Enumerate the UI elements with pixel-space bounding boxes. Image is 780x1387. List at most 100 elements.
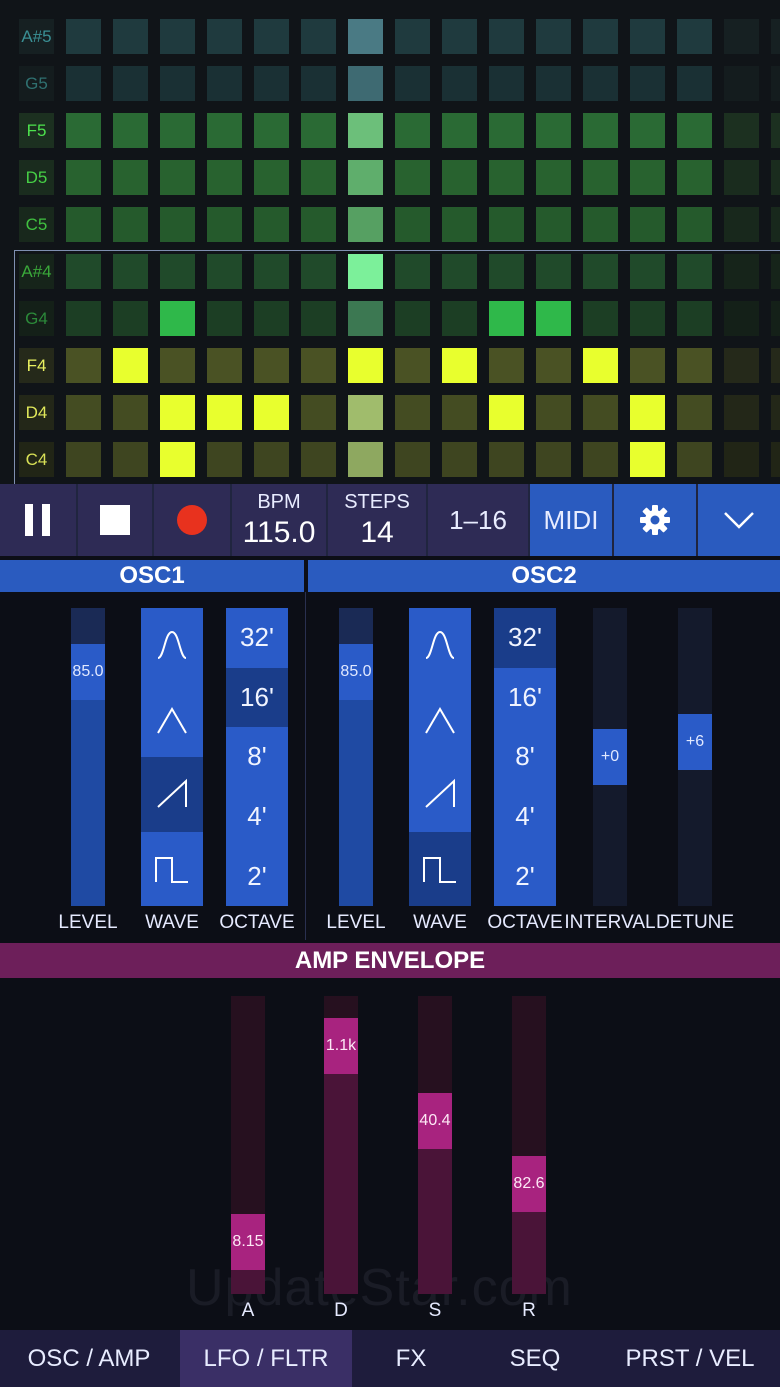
pause-button[interactable] bbox=[0, 484, 76, 556]
note-label-d4[interactable]: D4 bbox=[19, 395, 54, 430]
step-cell[interactable] bbox=[771, 113, 780, 148]
step-cell[interactable] bbox=[724, 348, 759, 383]
step-cell[interactable] bbox=[583, 348, 618, 383]
step-cell[interactable] bbox=[207, 301, 242, 336]
step-cell[interactable] bbox=[677, 442, 712, 477]
step-cell[interactable] bbox=[207, 254, 242, 289]
tab-fx[interactable]: FX bbox=[352, 1330, 470, 1387]
step-cell[interactable] bbox=[442, 66, 477, 101]
step-cell[interactable] bbox=[207, 19, 242, 54]
step-cell[interactable] bbox=[771, 19, 780, 54]
step-cell[interactable] bbox=[66, 113, 101, 148]
envelope-r-slider[interactable]: 82.6 bbox=[512, 996, 546, 1294]
tab-osc-amp[interactable]: OSC / AMP bbox=[0, 1330, 178, 1387]
step-cell[interactable] bbox=[254, 19, 289, 54]
step-cell[interactable] bbox=[536, 66, 571, 101]
step-cell[interactable] bbox=[160, 113, 195, 148]
step-cell[interactable] bbox=[301, 254, 336, 289]
step-cell[interactable] bbox=[536, 160, 571, 195]
step-cell[interactable] bbox=[630, 301, 665, 336]
step-cell[interactable] bbox=[66, 254, 101, 289]
step-cell[interactable] bbox=[630, 113, 665, 148]
step-cell[interactable] bbox=[160, 66, 195, 101]
osc2-interval-slider[interactable]: +0 bbox=[593, 608, 627, 906]
step-cell[interactable] bbox=[160, 254, 195, 289]
step-cell[interactable] bbox=[536, 301, 571, 336]
step-cell[interactable] bbox=[395, 160, 430, 195]
step-cell[interactable] bbox=[724, 301, 759, 336]
step-cell[interactable] bbox=[677, 254, 712, 289]
step-cell[interactable] bbox=[442, 301, 477, 336]
note-label-f4[interactable]: F4 bbox=[19, 348, 54, 383]
record-button[interactable] bbox=[154, 484, 230, 556]
step-cell[interactable] bbox=[536, 254, 571, 289]
step-cell[interactable] bbox=[536, 395, 571, 430]
step-cell[interactable] bbox=[348, 254, 383, 289]
step-cell[interactable] bbox=[630, 66, 665, 101]
step-cell[interactable] bbox=[724, 113, 759, 148]
step-cell[interactable] bbox=[348, 301, 383, 336]
step-cell[interactable] bbox=[489, 348, 524, 383]
step-cell[interactable] bbox=[583, 301, 618, 336]
step-cell[interactable] bbox=[583, 207, 618, 242]
step-cell[interactable] bbox=[630, 160, 665, 195]
step-cell[interactable] bbox=[113, 348, 148, 383]
osc2-wave-option-saw[interactable] bbox=[409, 757, 471, 832]
osc2-octave-option[interactable]: 32' bbox=[494, 608, 556, 668]
step-cell[interactable] bbox=[254, 207, 289, 242]
envelope-s-slider[interactable]: 40.4 bbox=[418, 996, 452, 1294]
step-cell[interactable] bbox=[301, 19, 336, 54]
note-label-c5[interactable]: C5 bbox=[19, 207, 54, 242]
step-cell[interactable] bbox=[254, 113, 289, 148]
step-cell[interactable] bbox=[66, 301, 101, 336]
step-cell[interactable] bbox=[160, 301, 195, 336]
step-cell[interactable] bbox=[395, 207, 430, 242]
step-cell[interactable] bbox=[113, 395, 148, 430]
step-cell[interactable] bbox=[207, 113, 242, 148]
step-cell[interactable] bbox=[630, 19, 665, 54]
step-cell[interactable] bbox=[113, 301, 148, 336]
step-cell[interactable] bbox=[301, 395, 336, 430]
step-cell[interactable] bbox=[442, 113, 477, 148]
step-cell[interactable] bbox=[630, 442, 665, 477]
step-cell[interactable] bbox=[677, 113, 712, 148]
step-cell[interactable] bbox=[113, 160, 148, 195]
note-label-asharp4[interactable]: A#4 bbox=[19, 254, 54, 289]
step-cell[interactable] bbox=[724, 66, 759, 101]
step-cell[interactable] bbox=[113, 442, 148, 477]
step-cell[interactable] bbox=[677, 348, 712, 383]
osc1-level-slider[interactable]: 85.0 bbox=[71, 608, 105, 906]
step-cell[interactable] bbox=[442, 395, 477, 430]
envelope-d-slider[interactable]: 1.1k bbox=[324, 996, 358, 1294]
step-cell[interactable] bbox=[489, 395, 524, 430]
osc1-wave-option-square[interactable] bbox=[141, 831, 203, 906]
step-cell[interactable] bbox=[113, 254, 148, 289]
osc2-octave-option[interactable]: 4' bbox=[494, 786, 556, 847]
step-cell[interactable] bbox=[489, 207, 524, 242]
step-cell[interactable] bbox=[442, 348, 477, 383]
step-cell[interactable] bbox=[395, 66, 430, 101]
step-cell[interactable] bbox=[442, 254, 477, 289]
step-cell[interactable] bbox=[254, 442, 289, 477]
step-cell[interactable] bbox=[207, 348, 242, 383]
step-cell[interactable] bbox=[395, 301, 430, 336]
osc1-octave-selector[interactable]: 32' 16' 8' 4' 2' bbox=[226, 608, 288, 906]
step-cell[interactable] bbox=[677, 66, 712, 101]
step-cell[interactable] bbox=[395, 348, 430, 383]
step-cell[interactable] bbox=[771, 301, 780, 336]
step-cell[interactable] bbox=[724, 442, 759, 477]
step-cell[interactable] bbox=[348, 395, 383, 430]
step-cell[interactable] bbox=[771, 395, 780, 430]
step-cell[interactable] bbox=[489, 66, 524, 101]
step-cell[interactable] bbox=[113, 19, 148, 54]
osc1-octave-option[interactable]: 16' bbox=[226, 667, 288, 728]
note-label-asharp5[interactable]: A#5 bbox=[19, 19, 54, 54]
osc1-wave-option-triangle[interactable] bbox=[141, 682, 203, 757]
step-cell[interactable] bbox=[771, 66, 780, 101]
step-cell[interactable] bbox=[348, 113, 383, 148]
note-label-g4[interactable]: G4 bbox=[19, 301, 54, 336]
step-cell[interactable] bbox=[583, 113, 618, 148]
step-cell[interactable] bbox=[66, 160, 101, 195]
osc2-octave-option[interactable]: 8' bbox=[494, 727, 556, 787]
step-cell[interactable] bbox=[207, 66, 242, 101]
